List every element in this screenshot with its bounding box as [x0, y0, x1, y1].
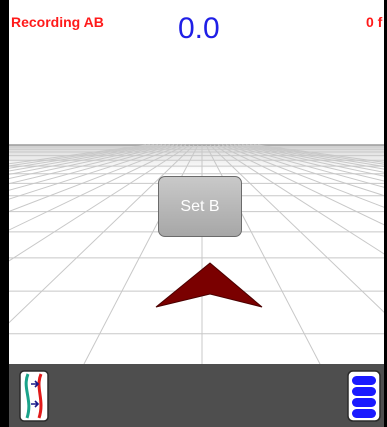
layers-list-button[interactable]: [347, 370, 381, 422]
bottom-toolbar: [9, 364, 384, 427]
ab-line-button[interactable]: [19, 370, 49, 422]
layers-list-icon: [347, 370, 381, 422]
set-b-button[interactable]: Set B: [158, 176, 242, 237]
ab-line-icon: [19, 370, 49, 422]
